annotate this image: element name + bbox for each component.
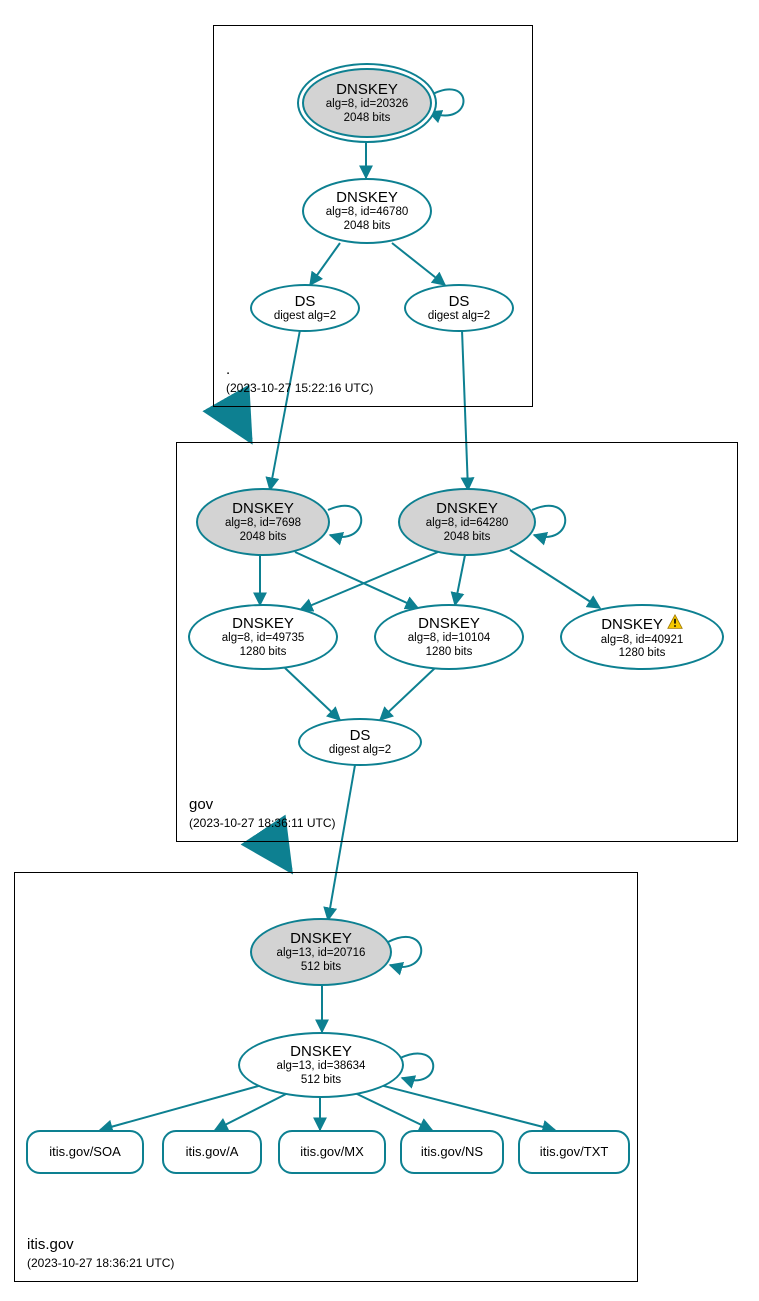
node-line1: digest alg=2 bbox=[252, 310, 358, 323]
node-title: DNSKEY bbox=[562, 614, 722, 634]
rr-soa[interactable]: itis.gov/SOA bbox=[26, 1130, 144, 1174]
gov-zsk2-node[interactable]: DNSKEY alg=8, id=10104 1280 bits bbox=[374, 604, 524, 670]
node-line1: alg=8, id=40921 bbox=[562, 634, 722, 647]
rr-a[interactable]: itis.gov/A bbox=[162, 1130, 262, 1174]
zone-root-name: . bbox=[226, 360, 373, 380]
rr-ns[interactable]: itis.gov/NS bbox=[400, 1130, 504, 1174]
node-line1: digest alg=2 bbox=[300, 744, 420, 757]
zone-itis-name: itis.gov bbox=[27, 1235, 174, 1255]
zone-gov-name: gov bbox=[189, 795, 336, 815]
rr-label: itis.gov/A bbox=[172, 1145, 252, 1160]
node-line1: alg=13, id=20716 bbox=[252, 947, 390, 960]
root-ksk-node[interactable]: DNSKEY alg=8, id=20326 2048 bits bbox=[302, 68, 432, 138]
node-line2: 1280 bits bbox=[190, 646, 336, 659]
root-ds1-node[interactable]: DS digest alg=2 bbox=[250, 284, 360, 332]
node-title-text: DNSKEY bbox=[601, 616, 662, 633]
node-title: DNSKEY bbox=[252, 930, 390, 947]
node-line2: 512 bits bbox=[252, 961, 390, 974]
node-line2: 2048 bits bbox=[198, 531, 328, 544]
zone-root-label: . (2023-10-27 15:22:16 UTC) bbox=[226, 360, 373, 396]
node-title: DS bbox=[300, 727, 420, 744]
node-title: DS bbox=[252, 293, 358, 310]
gov-ds-node[interactable]: DS digest alg=2 bbox=[298, 718, 422, 766]
zone-root-ts: (2023-10-27 15:22:16 UTC) bbox=[226, 380, 373, 396]
node-title: DNSKEY bbox=[198, 500, 328, 517]
node-line2: 2048 bits bbox=[304, 112, 430, 125]
gov-ksk1-node[interactable]: DNSKEY alg=8, id=7698 2048 bits bbox=[196, 488, 330, 556]
rr-label: itis.gov/SOA bbox=[36, 1145, 134, 1160]
node-title: DNSKEY bbox=[376, 615, 522, 632]
node-title: DNSKEY bbox=[240, 1043, 402, 1060]
node-line2: 2048 bits bbox=[304, 220, 430, 233]
node-line2: 1280 bits bbox=[562, 647, 722, 660]
node-line1: alg=8, id=10104 bbox=[376, 632, 522, 645]
node-line1: alg=8, id=7698 bbox=[198, 517, 328, 530]
gov-zsk1-node[interactable]: DNSKEY alg=8, id=49735 1280 bits bbox=[188, 604, 338, 670]
diagram-canvas: { "colors": { "stroke": "#0d8091", "ksk_… bbox=[0, 0, 759, 1301]
node-title: DS bbox=[406, 293, 512, 310]
rr-mx[interactable]: itis.gov/MX bbox=[278, 1130, 386, 1174]
zone-gov-ts: (2023-10-27 18:36:11 UTC) bbox=[189, 815, 336, 831]
warning-icon bbox=[667, 614, 683, 634]
node-title: DNSKEY bbox=[304, 189, 430, 206]
root-zsk-node[interactable]: DNSKEY alg=8, id=46780 2048 bits bbox=[302, 178, 432, 244]
node-line1: alg=13, id=38634 bbox=[240, 1060, 402, 1073]
rr-label: itis.gov/MX bbox=[288, 1145, 376, 1160]
node-line1: alg=8, id=20326 bbox=[304, 98, 430, 111]
rr-txt[interactable]: itis.gov/TXT bbox=[518, 1130, 630, 1174]
zone-itis-label: itis.gov (2023-10-27 18:36:21 UTC) bbox=[27, 1235, 174, 1271]
rr-label: itis.gov/TXT bbox=[528, 1145, 620, 1160]
node-line2: 1280 bits bbox=[376, 646, 522, 659]
itis-zsk-node[interactable]: DNSKEY alg=13, id=38634 512 bits bbox=[238, 1032, 404, 1098]
node-line1: alg=8, id=64280 bbox=[400, 517, 534, 530]
zone-gov-label: gov (2023-10-27 18:36:11 UTC) bbox=[189, 795, 336, 831]
root-ds2-node[interactable]: DS digest alg=2 bbox=[404, 284, 514, 332]
zone-itis-ts: (2023-10-27 18:36:21 UTC) bbox=[27, 1255, 174, 1271]
node-title: DNSKEY bbox=[190, 615, 336, 632]
gov-ksk2-node[interactable]: DNSKEY alg=8, id=64280 2048 bits bbox=[398, 488, 536, 556]
node-line1: digest alg=2 bbox=[406, 310, 512, 323]
node-line1: alg=8, id=49735 bbox=[190, 632, 336, 645]
rr-label: itis.gov/NS bbox=[410, 1145, 494, 1160]
node-line1: alg=8, id=46780 bbox=[304, 206, 430, 219]
node-title: DNSKEY bbox=[400, 500, 534, 517]
node-line2: 512 bits bbox=[240, 1074, 402, 1087]
itis-ksk-node[interactable]: DNSKEY alg=13, id=20716 512 bits bbox=[250, 918, 392, 986]
node-line2: 2048 bits bbox=[400, 531, 534, 544]
node-title: DNSKEY bbox=[304, 81, 430, 98]
gov-zsk3-node[interactable]: DNSKEY alg=8, id=40921 1280 bits bbox=[560, 604, 724, 670]
